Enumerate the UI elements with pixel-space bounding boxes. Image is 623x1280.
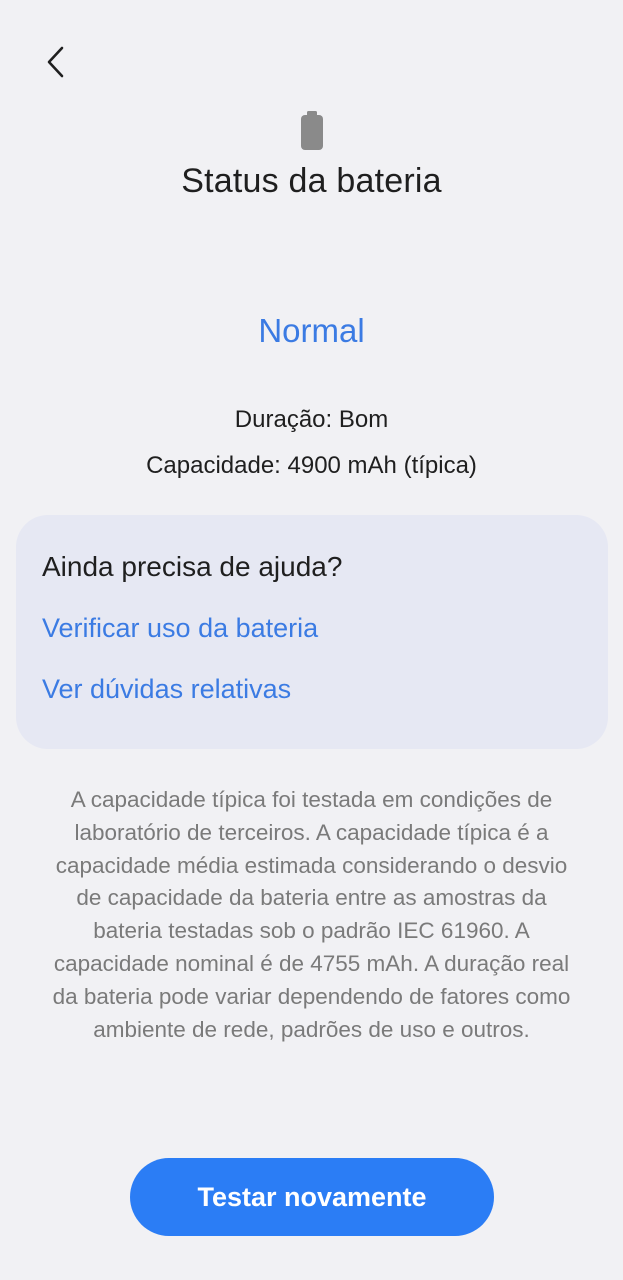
chevron-left-icon xyxy=(47,46,64,78)
check-battery-usage-link[interactable]: Verificar uso da bateria xyxy=(42,613,318,644)
page-title: Status da bateria xyxy=(181,162,442,200)
help-title: Ainda precisa de ajuda? xyxy=(42,551,343,582)
view-related-faq-link[interactable]: Ver dúvidas relativas xyxy=(42,674,291,705)
back-button[interactable] xyxy=(32,38,80,86)
battery-status-screen: Status da bateria Normal Duração: Bom Ca… xyxy=(0,0,623,1280)
battery-duration-text: Duração: Bom xyxy=(234,406,389,433)
battery-capacity-text: Capacidade: 4900 mAh (típica) xyxy=(146,452,477,479)
battery-icon xyxy=(301,111,323,150)
retest-button[interactable]: Testar novamente xyxy=(130,1158,494,1236)
battery-status-value: Normal xyxy=(258,312,365,349)
help-card: Ainda precisa de ajuda? Verificar uso da… xyxy=(16,515,608,749)
capacity-disclaimer-text: A capacidade típica foi testada em condi… xyxy=(52,787,571,1042)
